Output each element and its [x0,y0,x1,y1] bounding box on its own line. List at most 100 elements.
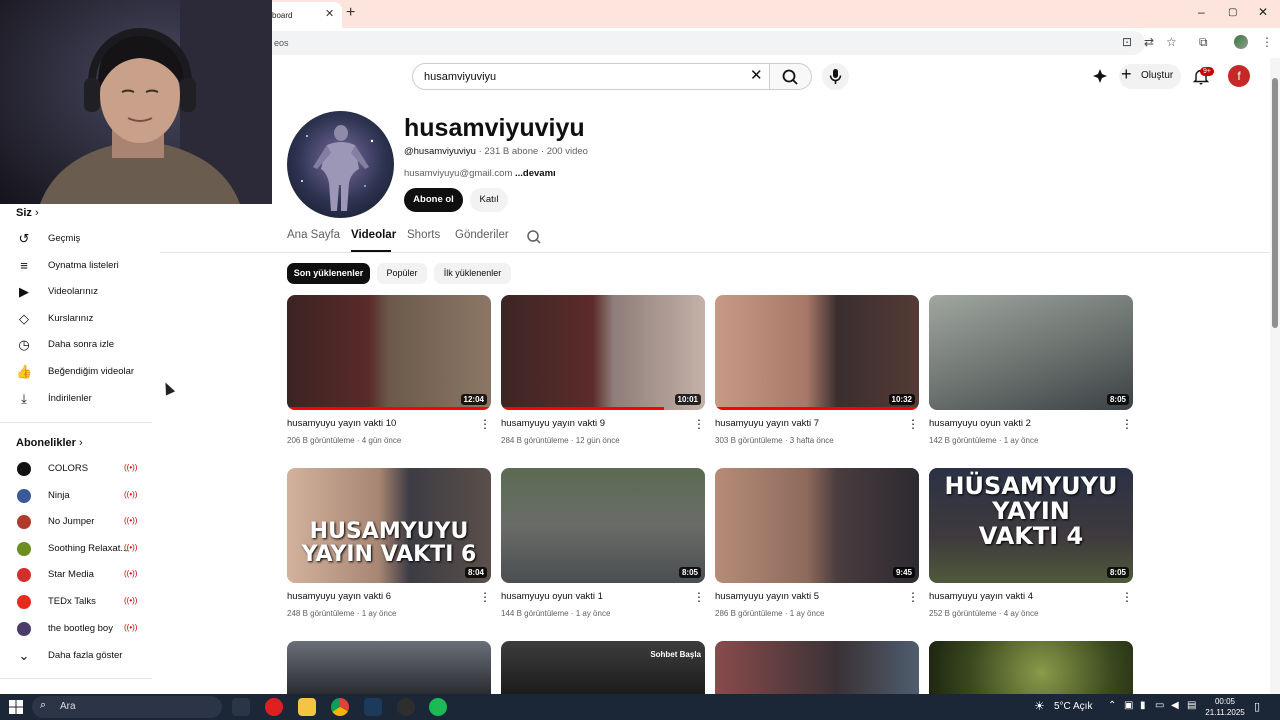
sidebar-you-header[interactable]: Siz › [16,207,39,219]
video-title[interactable]: husamyuyu yayın vakti 6 [287,591,391,602]
microphone-tray-icon[interactable]: ▮ [1140,700,1146,711]
windows-start-icon[interactable] [9,700,23,714]
channel-description[interactable]: husamviyuyu@gmail.com ...devamı [404,168,556,179]
video-card[interactable]: 8:05 husamyuyu oyun vakti 2 142 B görüntül… [929,295,1133,447]
translate-icon[interactable]: ⇄ [1144,35,1154,49]
extensions-icon[interactable]: ⧉ [1199,35,1208,50]
taskbar-weather[interactable]: 5°C Açık [1054,701,1092,712]
scrollbar-thumb[interactable] [1272,78,1278,328]
battery-icon[interactable]: ▤ [1187,700,1196,711]
video-card[interactable]: HUSAMYUYU YAYIN VAKTI 6 8:04 husamyuyu yay… [287,468,491,620]
more-actions-icon[interactable]: ⋮ [693,590,705,604]
task-view-icon[interactable] [232,698,250,716]
video-title[interactable]: husamyuyu yayın vakti 9 [501,418,605,429]
sidebar-item[interactable]: ≡ Oynatma listeleri [0,253,150,279]
taskbar-clock[interactable]: 00:05 21.11.2025 [1204,696,1246,718]
more-link[interactable]: ...devamı [515,168,556,179]
opera-icon[interactable] [265,698,283,716]
join-button[interactable]: Katıl [470,188,508,212]
video-thumbnail[interactable]: Sohbet Başla [501,641,705,694]
tray-app-icon[interactable]: ▣ [1124,700,1133,711]
subscription-item[interactable]: TEDx Talks ((•)) [0,589,150,615]
video-title[interactable]: husamyuyu yayın vakti 7 [715,418,819,429]
channel-search-icon[interactable] [526,229,542,245]
more-actions-icon[interactable]: ⋮ [907,417,919,431]
more-actions-icon[interactable]: ⋮ [479,590,491,604]
address-bar[interactable]: eos [240,31,1145,55]
chrome-icon[interactable] [331,698,349,716]
volume-icon[interactable]: ◀ [1171,700,1179,711]
notifications-icon[interactable]: ▯ [1254,700,1260,713]
subscribe-button[interactable]: Abone ol [404,188,463,212]
sidebar-item[interactable]: ◷ Daha sonra izle [0,332,150,358]
gemini-sparkle-icon[interactable] [1092,68,1108,84]
video-card[interactable]: 9:45 husamyuyu yayın vakti 5 286 B görüntü… [715,468,919,620]
video-thumbnail[interactable]: HUSAMYUYU YAYIN VAKTI 6 8:04 [287,468,491,583]
more-actions-icon[interactable]: ⋮ [1121,417,1133,431]
spotify-icon[interactable] [429,698,447,716]
video-title[interactable]: husamyuyu oyun vakti 1 [501,591,603,602]
chip-popular[interactable]: Popüler [377,263,427,284]
video-card[interactable]: HÜSAMYUYU YAYIN VAKTI 4 8:05 husamyuyu yay… [929,468,1133,620]
video-title[interactable]: husamyuyu yayın vakti 4 [929,591,1033,602]
chip-latest[interactable]: Son yüklenenler [287,263,370,284]
account-avatar[interactable]: f [1228,65,1250,87]
video-thumbnail[interactable]: 9:45 [715,468,919,583]
video-thumbnail[interactable]: 12:04 [287,295,491,410]
tab-shorts[interactable]: Shorts [407,229,440,241]
install-app-icon[interactable]: ⊡ [1122,35,1132,49]
video-card[interactable]: 8:05 husamyuyu oyun vakti 1 144 B görüntül… [501,468,705,620]
video-thumbnail[interactable] [287,641,491,694]
sidebar-item[interactable]: ⤓ İndirilenler [0,386,150,412]
file-explorer-icon[interactable] [298,698,316,716]
tray-chevron-up-icon[interactable]: ⌃ [1108,700,1116,711]
more-actions-icon[interactable]: ⋮ [907,590,919,604]
tab-videos[interactable]: Videolar [351,229,396,241]
subscription-item[interactable]: Ninja ((•)) [0,483,150,509]
sidebar-subscriptions-header[interactable]: Abonelikler › [16,437,83,449]
chip-oldest[interactable]: İlk yüklenenler [434,263,511,284]
video-thumbnail[interactable]: 8:05 [929,295,1133,410]
subscription-item[interactable]: Star Media ((•)) [0,562,150,588]
more-actions-icon[interactable]: ⋮ [693,417,705,431]
restore-icon[interactable]: ▢ [1228,7,1237,18]
taskbar-search[interactable]: Ara [32,696,222,718]
sidebar-item[interactable]: ◇ Kurslarınız [0,306,150,332]
video-thumbnail[interactable]: HÜSAMYUYU YAYIN VAKTI 4 8:05 [929,468,1133,583]
more-actions-icon[interactable]: ⋮ [479,417,491,431]
show-more-button[interactable]: ⌄ Daha fazla göster [0,643,150,669]
video-thumbnail[interactable]: 10:01 [501,295,705,410]
voice-search-button[interactable] [822,63,849,90]
subscription-item[interactable]: Soothing Relaxat... ((•)) [0,536,150,562]
subscription-item[interactable]: COLORS ((•)) [0,456,150,482]
video-title[interactable]: husamyuyu yayın vakti 10 [287,418,396,429]
subscription-item[interactable]: the bootleg boy ((•)) [0,616,150,642]
profile-avatar[interactable] [1234,35,1248,49]
close-tab-icon[interactable]: ✕ [325,7,334,20]
video-thumbnail[interactable]: 10:32 [715,295,919,410]
subscription-item[interactable]: No Jumper ((•)) [0,509,150,535]
sidebar-item[interactable]: ▶ Videolarınız [0,279,150,305]
more-actions-icon[interactable]: ⋮ [1121,590,1133,604]
steam-icon[interactable] [364,698,382,716]
minimize-icon[interactable]: – [1198,5,1205,19]
search-button[interactable] [770,63,812,90]
video-card[interactable]: 10:32 husamyuyu yayın vakti 7 303 B görünt… [715,295,919,447]
video-title[interactable]: husamyuyu oyun vakti 2 [929,418,1031,429]
video-thumbnail[interactable] [715,641,919,694]
video-title[interactable]: husamyuyu yayın vakti 5 [715,591,819,602]
chrome-menu-icon[interactable]: ⋮ [1261,35,1273,49]
video-thumbnail[interactable] [929,641,1133,694]
page-scrollbar[interactable] [1270,58,1280,694]
clear-search-icon[interactable]: ✕ [750,66,763,84]
close-window-icon[interactable]: ✕ [1258,5,1268,19]
bookmark-star-icon[interactable]: ☆ [1166,35,1177,49]
obs-icon[interactable] [397,698,415,716]
sidebar-item[interactable]: ↺ Geçmiş [0,226,150,252]
search-input[interactable]: husamviyuviyu [412,63,770,90]
new-tab-icon[interactable]: + [346,4,355,22]
video-card[interactable]: 10:01 husamyuyu yayın vakti 9 284 B görünt… [501,295,705,447]
video-thumbnail[interactable]: 8:05 [501,468,705,583]
tab-posts[interactable]: Gönderiler [455,229,509,241]
tab-home[interactable]: Ana Sayfa [287,229,340,241]
